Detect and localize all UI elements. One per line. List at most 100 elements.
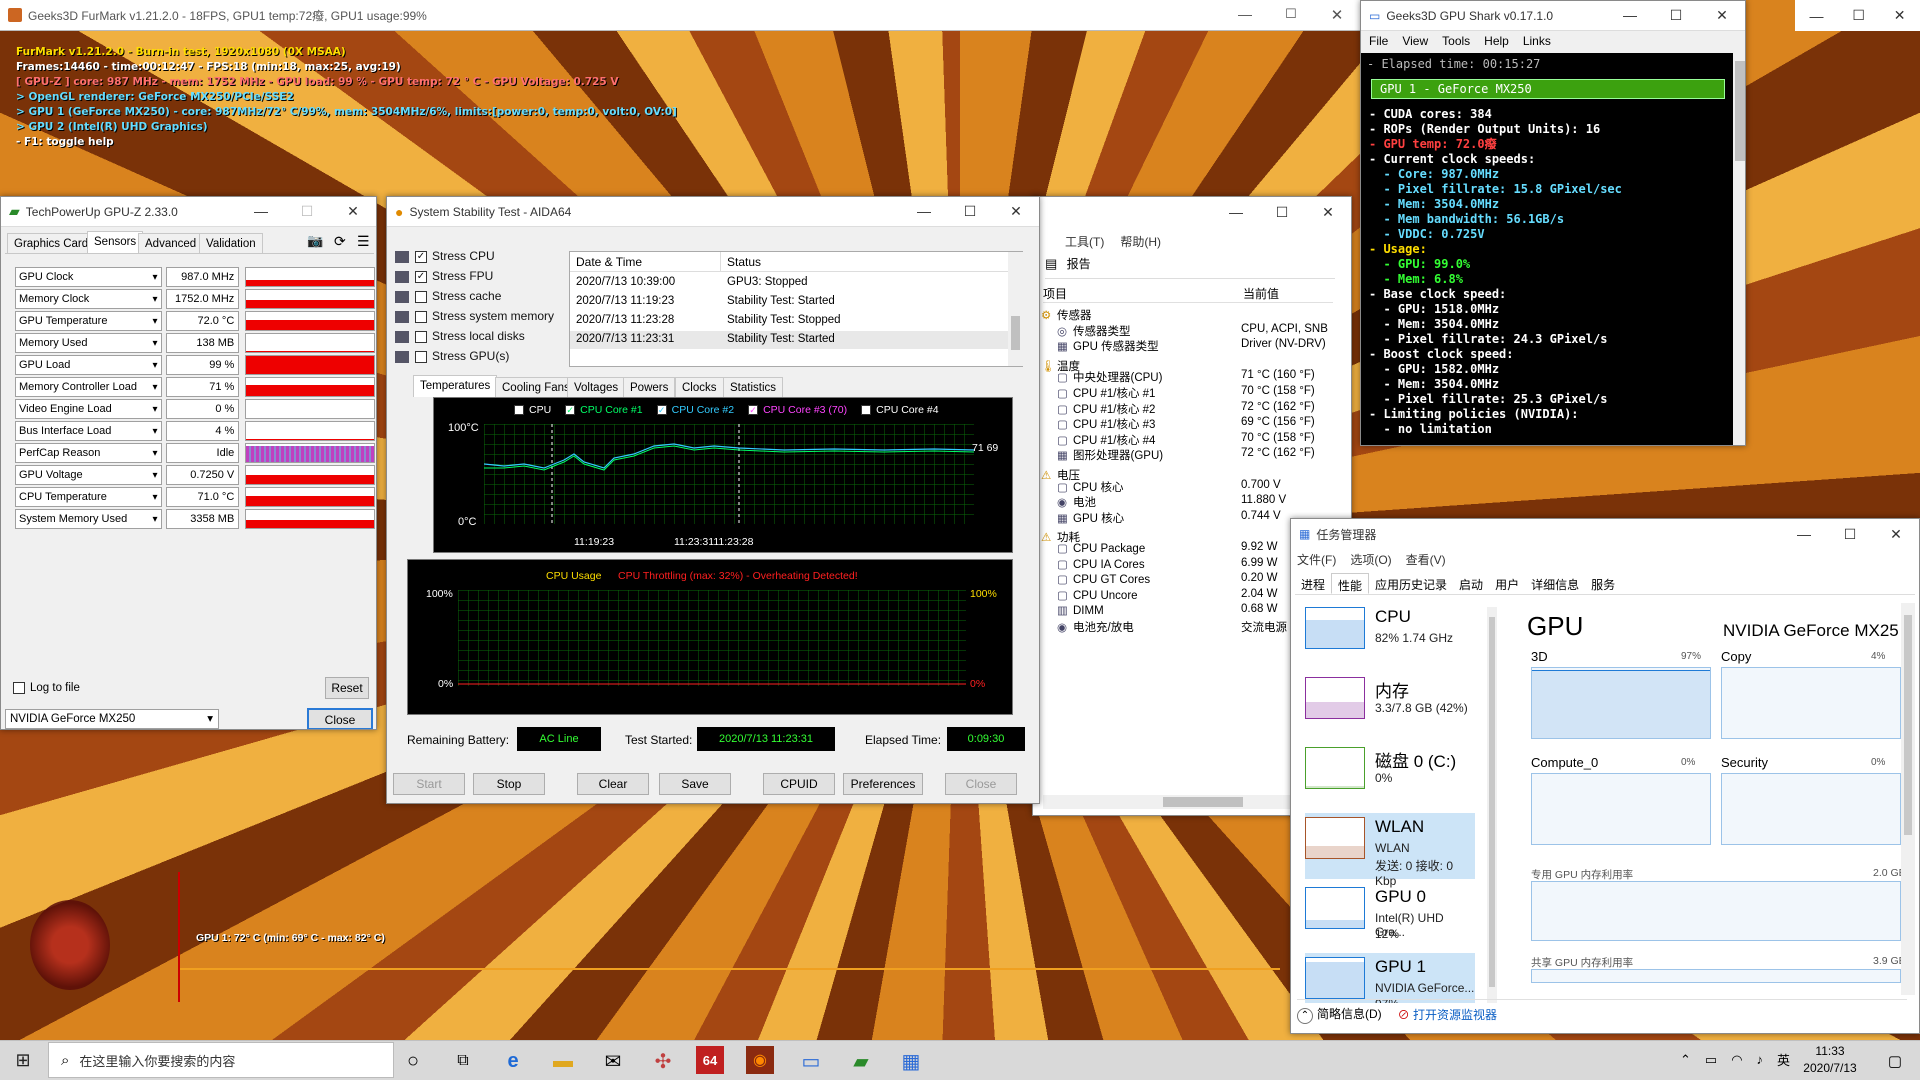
clock[interactable]: 11:33 2020/7/13: [1790, 1043, 1870, 1077]
furmark-outer-title[interactable]: — ☐ ✕: [1795, 0, 1920, 31]
shark-menu-file[interactable]: File: [1369, 34, 1388, 48]
gpu-shark-taskbar-icon[interactable]: ▭: [796, 1046, 826, 1076]
stress-checkbox[interactable]: [415, 350, 427, 363]
sensor-name-select[interactable]: GPU Clock: [15, 267, 163, 287]
tab-cooling-fans[interactable]: Cooling Fans: [495, 377, 577, 397]
legend-checkbox[interactable]: ✓: [514, 405, 524, 416]
sensor-name-select[interactable]: Video Engine Load: [15, 399, 163, 419]
tab-statistics[interactable]: Statistics: [723, 377, 784, 397]
taskmgr-tab[interactable]: 启动: [1453, 573, 1489, 594]
maximize-button[interactable]: ☐: [1827, 526, 1873, 543]
tab-temperatures[interactable]: Temperatures: [413, 375, 498, 397]
sensor-name-select[interactable]: GPU Load: [15, 355, 163, 375]
legend-checkbox[interactable]: ✓: [656, 405, 667, 416]
legend-checkbox[interactable]: ✓: [565, 405, 576, 416]
stress-checkbox[interactable]: ✓: [415, 270, 427, 283]
shark-menu-tools[interactable]: Tools: [1442, 34, 1470, 48]
chevron-up-icon[interactable]: ⌃: [1680, 1052, 1691, 1068]
sensor-list-row[interactable]: ▢ CPU 核心 0.700 V: [1057, 479, 1347, 495]
aida64-icon[interactable]: 64: [696, 1046, 724, 1074]
sensor-list-row[interactable]: ▢ CPU #1/核心 #3 69 °C (156 °F): [1057, 416, 1347, 432]
stress-checkbox[interactable]: [415, 290, 427, 303]
column-value[interactable]: 当前值: [1243, 285, 1279, 302]
tab-powers[interactable]: Powers: [623, 377, 676, 397]
sensor-list-row[interactable]: ⚙ 传感器: [1041, 307, 1331, 323]
log-row[interactable]: 2020/7/13 11:23:28 Stability Test: Stoppe…: [570, 312, 1008, 330]
task-view-icon[interactable]: ⧉: [448, 1046, 478, 1076]
furmark-title-bar[interactable]: Geeks3D FurMark v1.21.2.0 - 18FPS, GPU1 …: [0, 0, 1360, 31]
sensor-title-bar[interactable]: — ☐ ✕: [1033, 197, 1351, 227]
preferences-button[interactable]: Preferences: [843, 773, 923, 795]
sensor-name-select[interactable]: Memory Used: [15, 333, 163, 353]
tab-sensors[interactable]: Sensors: [87, 231, 144, 253]
taskmgr-tab[interactable]: 进程: [1295, 573, 1331, 594]
sensor-list-row[interactable]: ◎ 传感器类型 CPU, ACPI, SNB: [1057, 323, 1347, 339]
fewer-details-button[interactable]: ⌃ 简略信息(D): [1297, 1005, 1382, 1024]
close-button[interactable]: ✕: [1699, 7, 1745, 24]
taskmgr-taskbar-icon[interactable]: ▦: [896, 1046, 926, 1076]
taskmgr-title-bar[interactable]: ▦ 任务管理器 — ☐ ✕: [1291, 519, 1919, 549]
sensor-list-row[interactable]: ▦ 图形处理器(GPU) 72 °C (162 °F): [1057, 447, 1347, 463]
log-col-status[interactable]: Status: [727, 255, 761, 269]
sensor-list-row[interactable]: ▦ GPU 传感器类型 Driver (NV-DRV): [1057, 338, 1347, 354]
battery-icon[interactable]: ▭: [1705, 1052, 1717, 1068]
furmark-taskbar-icon[interactable]: ◉: [746, 1046, 774, 1074]
open-resource-monitor-link[interactable]: ⊘ 打开资源监视器: [1398, 1006, 1497, 1023]
cortana-icon[interactable]: ○: [398, 1046, 428, 1076]
wifi-icon[interactable]: ◠: [1731, 1052, 1742, 1068]
cpuid-button[interactable]: CPUID: [763, 773, 835, 795]
taskmgr-menu-item[interactable]: 文件(F): [1297, 551, 1336, 568]
sensor-name-select[interactable]: PerfCap Reason: [15, 443, 163, 463]
engine-name[interactable]: 3D: [1531, 649, 1548, 664]
perf-sidebar-scrollbar[interactable]: [1487, 607, 1497, 1003]
volume-icon[interactable]: ♪: [1757, 1052, 1764, 1067]
sensor-name-select[interactable]: GPU Temperature: [15, 311, 163, 331]
legend-item[interactable]: ✓ CPU: [514, 404, 551, 416]
gpu-device-select[interactable]: NVIDIA GeForce MX250 ▾: [5, 709, 219, 729]
stress-option[interactable]: Stress cache: [395, 289, 501, 303]
camera-icon[interactable]: 📷: [307, 233, 323, 249]
minimize-button[interactable]: —: [1781, 526, 1827, 543]
stop-button[interactable]: Stop: [473, 773, 545, 795]
sensor-name-select[interactable]: Memory Controller Load: [15, 377, 163, 397]
minimize-button[interactable]: —: [238, 203, 284, 220]
legend-checkbox[interactable]: ✓: [861, 405, 872, 416]
gpu-caps-icon[interactable]: ✣: [648, 1046, 678, 1076]
mail-icon[interactable]: ✉: [598, 1046, 628, 1076]
maximize-button[interactable]: ☐: [1259, 204, 1305, 221]
tab-advanced[interactable]: Advanced: [138, 233, 204, 253]
tab-clocks[interactable]: Clocks: [675, 377, 724, 397]
shark-menu-help[interactable]: Help: [1484, 34, 1509, 48]
report-icon[interactable]: ▤: [1045, 256, 1057, 271]
sensor-name-select[interactable]: CPU Temperature: [15, 487, 163, 507]
tab-voltages[interactable]: Voltages: [567, 377, 626, 397]
taskmgr-tab[interactable]: 性能: [1331, 573, 1370, 594]
stress-option[interactable]: Stress system memory: [395, 309, 554, 323]
ime-indicator[interactable]: 英: [1777, 1050, 1790, 1069]
maximize-button[interactable]: ☐: [1852, 7, 1865, 24]
report-button[interactable]: 报告: [1067, 257, 1091, 271]
perf-main-scrollbar[interactable]: [1901, 603, 1915, 995]
notification-icon[interactable]: ▢: [1880, 1046, 1910, 1076]
sensor-name-select[interactable]: GPU Voltage: [15, 465, 163, 485]
log-scrollbar[interactable]: [1008, 252, 1023, 366]
shark-title-bar[interactable]: ▭ Geeks3D GPU Shark v0.17.1.0 — ☐ ✕: [1361, 1, 1745, 31]
perf-sidebar-item[interactable]: 内存 3.3/7.8 GB (42%): [1305, 673, 1475, 739]
taskmgr-menu-item[interactable]: 选项(O): [1350, 551, 1391, 568]
tab-validation[interactable]: Validation: [199, 233, 263, 253]
engine-name[interactable]: Compute_0: [1531, 755, 1598, 770]
taskmgr-tab[interactable]: 详细信息: [1525, 573, 1585, 594]
gpuz-taskbar-icon[interactable]: ▰: [846, 1046, 876, 1076]
engine-name[interactable]: Security: [1721, 755, 1768, 770]
taskbar-search[interactable]: ⌕ 在这里输入你要搜索的内容: [48, 1042, 394, 1078]
shark-menu-links[interactable]: Links: [1523, 34, 1551, 48]
legend-checkbox[interactable]: ✓: [748, 405, 759, 416]
taskmgr-tab[interactable]: 服务: [1585, 573, 1621, 594]
stress-option[interactable]: ✓ Stress CPU: [395, 249, 495, 263]
start-button[interactable]: ⊞: [8, 1045, 38, 1075]
minimize-button[interactable]: —: [1607, 7, 1653, 24]
close-button[interactable]: ✕: [1873, 526, 1919, 543]
close-button[interactable]: Close: [945, 773, 1017, 795]
close-button[interactable]: ✕: [1305, 204, 1351, 221]
sensor-name-select[interactable]: Bus Interface Load: [15, 421, 163, 441]
